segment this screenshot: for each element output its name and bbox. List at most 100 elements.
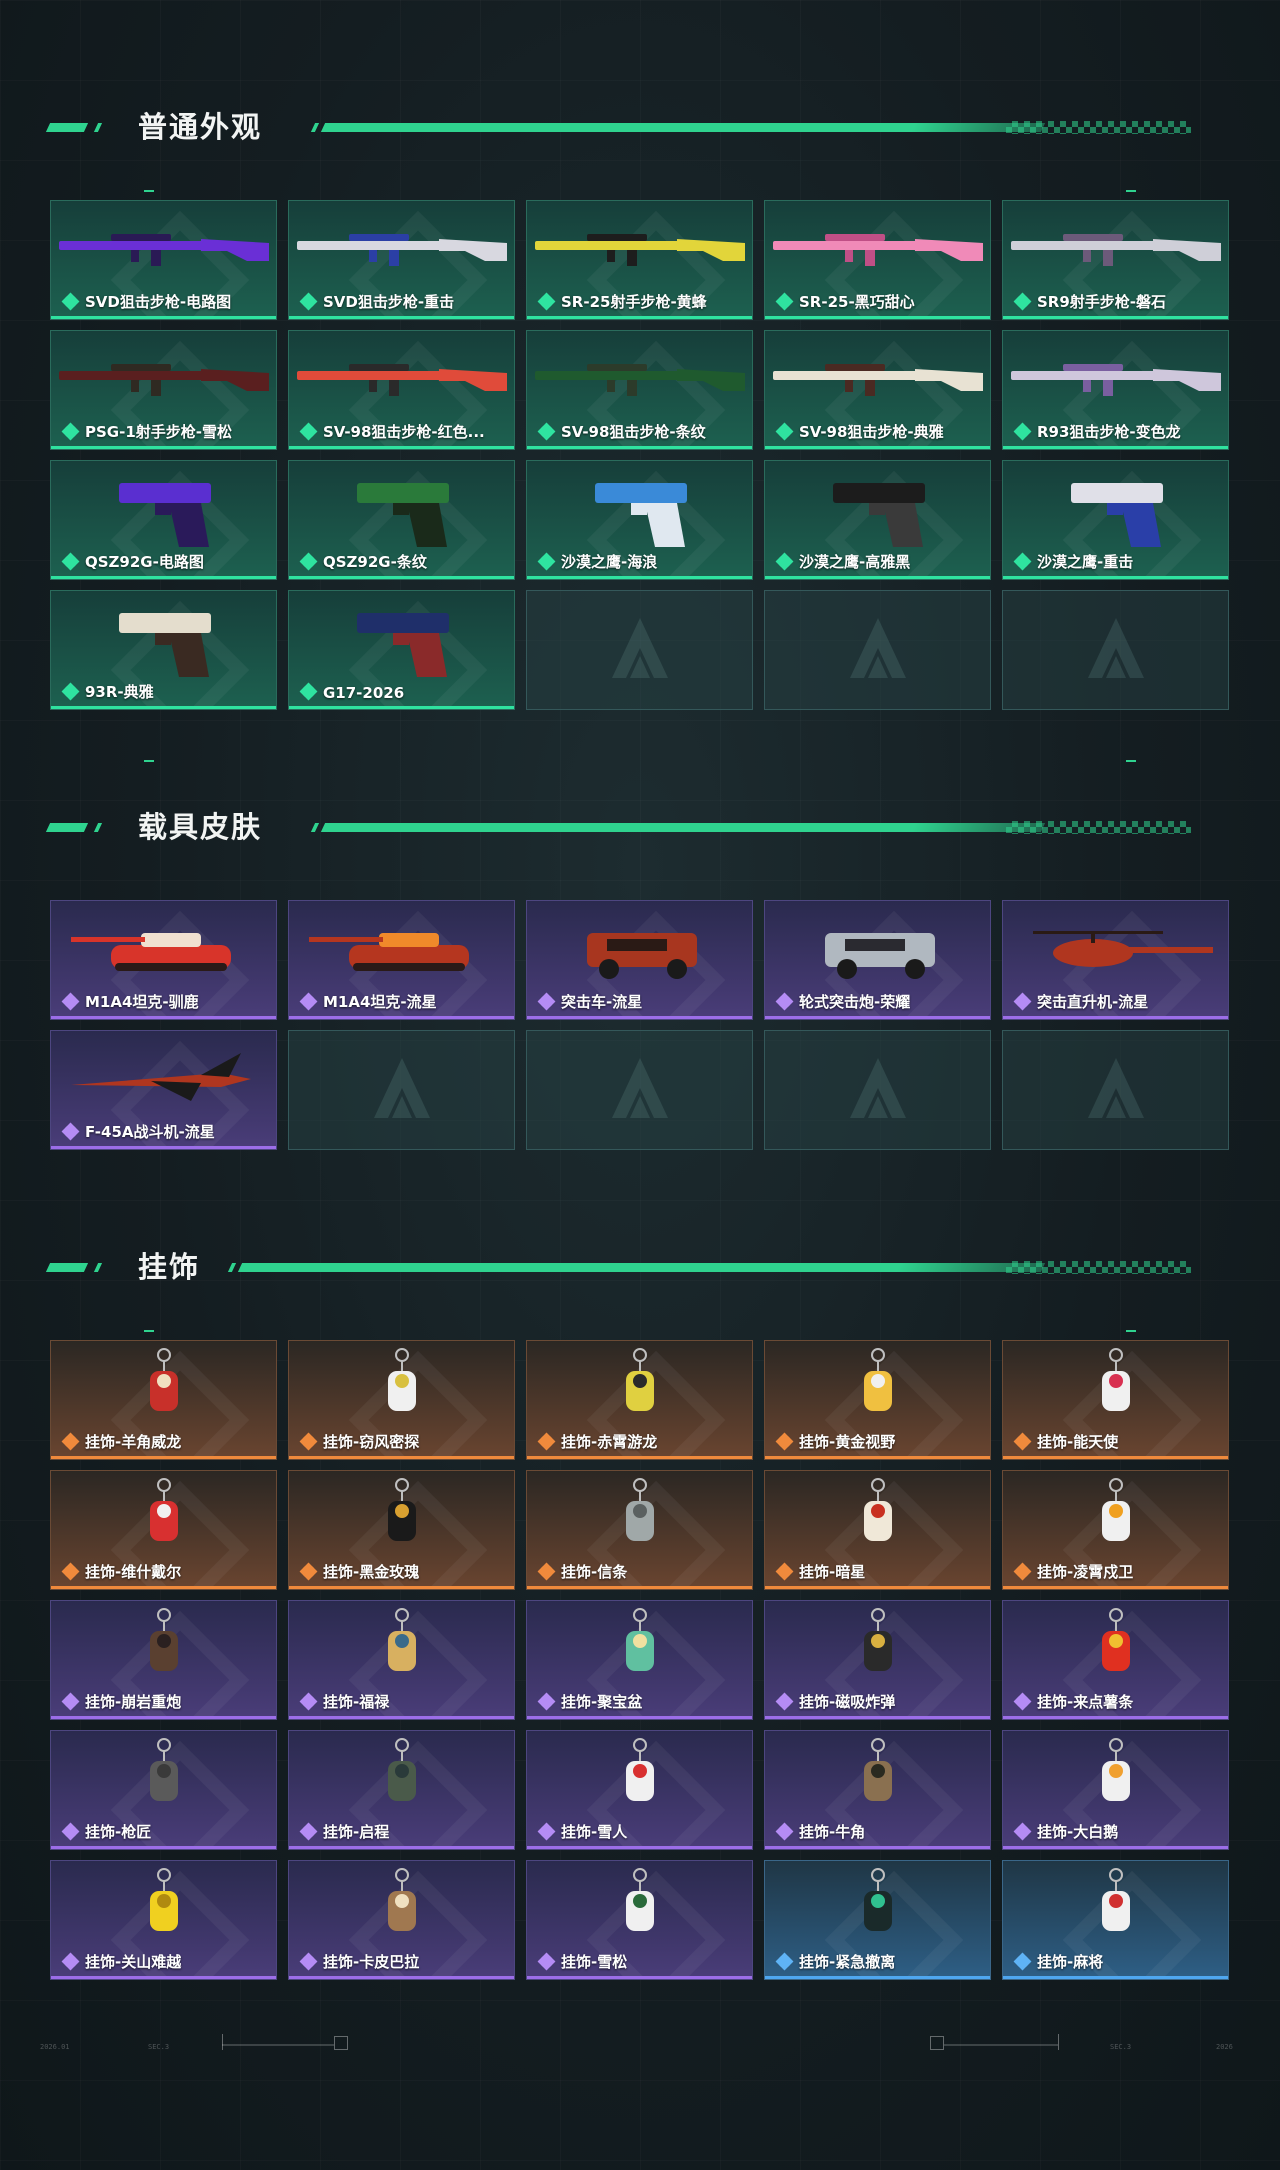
empty-slot[interactable] <box>764 1030 991 1150</box>
item-card[interactable]: 挂饰-枪匠 <box>50 1730 277 1850</box>
rarity-bar <box>765 1846 990 1849</box>
rarity-bar <box>527 1846 752 1849</box>
item-card[interactable]: SR-25射手步枪-黄蜂 <box>526 200 753 320</box>
item-card[interactable]: SV-98狙击步枪-典雅 <box>764 330 991 450</box>
item-card[interactable]: 挂饰-麻将 <box>1002 1860 1229 1980</box>
section-header-charms: 挂饰 <box>45 1247 1200 1287</box>
item-card[interactable]: 挂饰-来点薯条 <box>1002 1600 1229 1720</box>
empty-slot[interactable] <box>526 590 753 710</box>
item-card[interactable]: SR-25-黑巧甜心 <box>764 200 991 320</box>
rifle-icon <box>51 331 276 423</box>
rarity-bar <box>527 1586 752 1589</box>
item-card[interactable]: 挂饰-雪人 <box>526 1730 753 1850</box>
rarity-diamond-icon <box>775 422 794 441</box>
item-card[interactable]: 挂饰-聚宝盆 <box>526 1600 753 1720</box>
item-card[interactable]: 挂饰-信条 <box>526 1470 753 1590</box>
item-card[interactable]: G17-2026 <box>288 590 515 710</box>
empty-slot[interactable] <box>1002 590 1229 710</box>
item-card[interactable]: 挂饰-磁吸炸弹 <box>764 1600 991 1720</box>
charm-icon <box>51 1601 276 1693</box>
item-card[interactable]: PSG-1射手步枪-雪松 <box>50 330 277 450</box>
item-label: 挂饰-麻将 <box>1037 1953 1104 1971</box>
item-card[interactable]: SVD狙击步枪-重击 <box>288 200 515 320</box>
item-card[interactable]: 挂饰-启程 <box>288 1730 515 1850</box>
rarity-bar <box>51 1586 276 1589</box>
item-card[interactable]: QSZ92G-电路图 <box>50 460 277 580</box>
placeholder-logo-icon <box>848 1056 908 1126</box>
rarity-diamond-icon <box>61 1122 80 1141</box>
rarity-bar <box>1003 1716 1228 1719</box>
empty-slot[interactable] <box>764 590 991 710</box>
item-card[interactable]: SR9射手步枪-磐石 <box>1002 200 1229 320</box>
item-card[interactable]: 挂饰-福禄 <box>288 1600 515 1720</box>
pistol-icon <box>289 591 514 683</box>
item-card[interactable]: R93狙击步枪-变色龙 <box>1002 330 1229 450</box>
placeholder-logo-icon <box>1086 616 1146 686</box>
empty-slot[interactable] <box>526 1030 753 1150</box>
item-card[interactable]: SV-98狙击步枪-红色... <box>288 330 515 450</box>
item-card[interactable]: 沙漠之鹰-重击 <box>1002 460 1229 580</box>
item-label: 挂饰-磁吸炸弹 <box>799 1693 896 1711</box>
rarity-diamond-icon <box>61 1952 80 1971</box>
item-label: 挂饰-窃风密探 <box>323 1433 420 1451</box>
pistol-icon <box>51 461 276 553</box>
charm-icon <box>289 1471 514 1563</box>
item-card[interactable]: F-45A战斗机-流星 <box>50 1030 277 1150</box>
item-label: 93R-典雅 <box>85 683 154 701</box>
item-card[interactable]: 挂饰-赤霄游龙 <box>526 1340 753 1460</box>
section-title: 普通外观 <box>138 110 263 144</box>
item-card[interactable]: QSZ92G-条纹 <box>288 460 515 580</box>
rarity-bar <box>1003 316 1228 319</box>
item-card[interactable]: 挂饰-凌霄戍卫 <box>1002 1470 1229 1590</box>
item-card[interactable]: 挂饰-窃风密探 <box>288 1340 515 1460</box>
item-card[interactable]: M1A4坦克-流星 <box>288 900 515 1020</box>
item-card[interactable]: 突击直升机-流星 <box>1002 900 1229 1020</box>
item-card[interactable]: 挂饰-能天使 <box>1002 1340 1229 1460</box>
item-label: 挂饰-紧急撤离 <box>799 1953 896 1971</box>
item-label: 沙漠之鹰-重击 <box>1037 553 1134 571</box>
item-card[interactable]: 挂饰-雪松 <box>526 1860 753 1980</box>
placeholder-logo-icon <box>848 616 908 686</box>
charm-icon <box>1003 1861 1228 1953</box>
item-label: 突击直升机-流星 <box>1037 993 1149 1011</box>
item-card[interactable]: 沙漠之鹰-高雅黑 <box>764 460 991 580</box>
charm-icon <box>527 1731 752 1823</box>
item-card[interactable]: 挂饰-崩岩重炮 <box>50 1600 277 1720</box>
rarity-diamond-icon <box>61 292 80 311</box>
item-card[interactable]: 93R-典雅 <box>50 590 277 710</box>
item-label: F-45A战斗机-流星 <box>85 1123 215 1141</box>
item-card[interactable]: 挂饰-牛角 <box>764 1730 991 1850</box>
item-card[interactable]: 突击车-流星 <box>526 900 753 1020</box>
item-card[interactable]: 沙漠之鹰-海浪 <box>526 460 753 580</box>
rarity-bar <box>289 706 514 709</box>
item-card[interactable]: SVD狙击步枪-电路图 <box>50 200 277 320</box>
empty-slot[interactable] <box>1002 1030 1229 1150</box>
item-card[interactable]: 挂饰-暗星 <box>764 1470 991 1590</box>
rarity-bar <box>527 446 752 449</box>
rarity-bar <box>765 1016 990 1019</box>
rarity-bar <box>765 1976 990 1979</box>
rarity-bar <box>765 316 990 319</box>
rarity-diamond-icon <box>61 682 80 701</box>
rarity-diamond-icon <box>775 992 794 1011</box>
empty-slot[interactable] <box>288 1030 515 1150</box>
charm-icon <box>289 1731 514 1823</box>
item-card[interactable]: 挂饰-黄金视野 <box>764 1340 991 1460</box>
rarity-diamond-icon <box>775 1562 794 1581</box>
item-card[interactable]: 挂饰-关山难越 <box>50 1860 277 1980</box>
header-line-tick <box>310 823 320 832</box>
item-card[interactable]: 轮式突击炮-荣耀 <box>764 900 991 1020</box>
item-card[interactable]: 挂饰-紧急撤离 <box>764 1860 991 1980</box>
item-card[interactable]: 挂饰-羊角威龙 <box>50 1340 277 1460</box>
item-card[interactable]: 挂饰-卡皮巴拉 <box>288 1860 515 1980</box>
header-line-tick <box>227 1263 237 1272</box>
rifle-icon <box>1003 201 1228 293</box>
item-card[interactable]: M1A4坦克-驯鹿 <box>50 900 277 1020</box>
item-card[interactable]: SV-98狙击步枪-条纹 <box>526 330 753 450</box>
item-card[interactable]: 挂饰-大白鹅 <box>1002 1730 1229 1850</box>
rarity-diamond-icon <box>61 1562 80 1581</box>
item-card[interactable]: 挂饰-黑金玫瑰 <box>288 1470 515 1590</box>
rarity-bar <box>289 1016 514 1019</box>
item-card[interactable]: 挂饰-维什戴尔 <box>50 1470 277 1590</box>
placeholder-logo-icon <box>372 1056 432 1126</box>
